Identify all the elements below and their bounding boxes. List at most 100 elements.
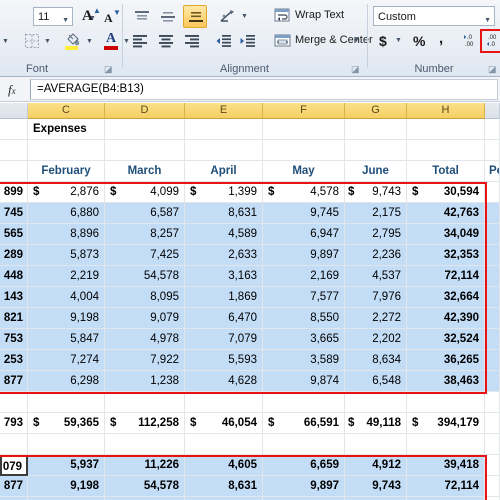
- percent-format-button[interactable]: %: [410, 31, 430, 51]
- orientation-button[interactable]: [217, 6, 239, 27]
- cell-blank[interactable]: [485, 287, 500, 308]
- cell-blank[interactable]: [485, 182, 500, 203]
- borders-button[interactable]: [22, 31, 42, 51]
- cell-month-header[interactable]: June: [345, 161, 407, 182]
- insert-function-icon[interactable]: fx: [8, 82, 16, 98]
- cell-blank[interactable]: [485, 224, 500, 245]
- number-format-dropdown[interactable]: Custom ▼: [373, 6, 495, 26]
- column-header-f[interactable]: F: [263, 103, 345, 119]
- cell-blank[interactable]: [28, 434, 105, 455]
- font-size-input[interactable]: 11 ▼: [33, 7, 73, 26]
- orientation-dropdown-arrow[interactable]: ▼: [239, 9, 251, 25]
- cell-grand-total[interactable]: $46,054: [185, 413, 263, 434]
- cell-blank[interactable]: [28, 140, 105, 161]
- cell-month-header[interactable]: March: [105, 161, 185, 182]
- shrink-font-button[interactable]: A ▼: [102, 7, 121, 27]
- cell-grand-total[interactable]: $66,591: [263, 413, 345, 434]
- cell-blank[interactable]: [0, 392, 28, 413]
- cell-blank[interactable]: [105, 119, 185, 140]
- cell-blank[interactable]: [263, 392, 345, 413]
- merge-and-center-button[interactable]: Merge & Center: [271, 30, 381, 52]
- column-header-e[interactable]: E: [185, 103, 263, 119]
- fill-color-button[interactable]: [62, 30, 84, 52]
- cell-blank[interactable]: [105, 140, 185, 161]
- cell-blank[interactable]: [0, 434, 28, 455]
- accounting-dropdown-arrow[interactable]: ▼: [393, 33, 405, 49]
- borders-dropdown-arrow[interactable]: ▼: [42, 32, 54, 50]
- number-dialog-launcher[interactable]: ◪: [488, 65, 497, 74]
- cell-blank[interactable]: [407, 434, 485, 455]
- cell-month-header[interactable]: April: [185, 161, 263, 182]
- cell-blank[interactable]: [263, 434, 345, 455]
- cell-blank[interactable]: [0, 161, 28, 182]
- font-style-more-button[interactable]: ▼: [0, 32, 12, 50]
- cell-blank[interactable]: [263, 119, 345, 140]
- cell-expenses-label[interactable]: Expenses: [28, 119, 105, 140]
- cell-blank[interactable]: [185, 140, 263, 161]
- increase-indent-button[interactable]: [237, 31, 259, 51]
- cell-grand-total[interactable]: $49,118: [345, 413, 407, 434]
- cell-blank[interactable]: [485, 119, 500, 140]
- cell-row-label[interactable]: 793: [0, 413, 28, 434]
- increase-decimal-button[interactable]: .0 .00: [460, 31, 480, 51]
- cell-month-header[interactable]: February: [28, 161, 105, 182]
- cell-blank[interactable]: [485, 413, 500, 434]
- cell-blank[interactable]: [485, 203, 500, 224]
- cell-blank[interactable]: [407, 140, 485, 161]
- cell-blank[interactable]: [28, 392, 105, 413]
- cell-blank[interactable]: [263, 140, 345, 161]
- column-header-partial[interactable]: [0, 103, 28, 119]
- cell-blank[interactable]: [345, 140, 407, 161]
- cell-blank[interactable]: [185, 434, 263, 455]
- cell-blank[interactable]: [0, 140, 28, 161]
- column-header-partial-right[interactable]: [485, 103, 500, 119]
- align-middle-button[interactable]: [157, 7, 179, 27]
- align-left-button[interactable]: [129, 31, 151, 51]
- column-header-g[interactable]: G: [345, 103, 407, 119]
- grow-font-button[interactable]: A ▲: [80, 6, 101, 26]
- align-right-button[interactable]: [181, 31, 203, 51]
- cell-grand-total[interactable]: $112,258: [105, 413, 185, 434]
- cell-blank[interactable]: [105, 392, 185, 413]
- cell-blank[interactable]: [185, 119, 263, 140]
- accounting-format-button[interactable]: $: [375, 31, 393, 51]
- cell-blank[interactable]: [407, 119, 485, 140]
- cell-blank[interactable]: [485, 350, 500, 371]
- font-dialog-launcher[interactable]: ◪: [104, 65, 113, 74]
- cell-blank[interactable]: [485, 266, 500, 287]
- align-center-button[interactable]: [155, 31, 177, 51]
- fill-color-dropdown-arrow[interactable]: ▼: [84, 32, 96, 50]
- cell-blank[interactable]: [345, 434, 407, 455]
- cell-grand-total[interactable]: $59,365: [28, 413, 105, 434]
- cell-blank[interactable]: [185, 392, 263, 413]
- align-top-button[interactable]: [131, 7, 153, 27]
- cell-month-header[interactable]: May: [263, 161, 345, 182]
- font-color-button[interactable]: A: [102, 30, 122, 52]
- cell-blank[interactable]: [485, 245, 500, 266]
- decrease-indent-button[interactable]: [213, 31, 235, 51]
- cell-month-header[interactable]: Total: [407, 161, 485, 182]
- column-header-d[interactable]: D: [105, 103, 185, 119]
- align-bottom-button[interactable]: [183, 5, 207, 28]
- cell-blank[interactable]: [485, 392, 500, 413]
- cell-grand-total[interactable]: $394,179: [407, 413, 485, 434]
- cell-blank[interactable]: [485, 329, 500, 350]
- alignment-dialog-launcher[interactable]: ◪: [351, 65, 360, 74]
- formula-input[interactable]: =AVERAGE(B4:B13): [30, 79, 498, 100]
- cell-blank[interactable]: [485, 140, 500, 161]
- cell-blank[interactable]: [485, 434, 500, 455]
- cell-month-header-percent[interactable]: Pe: [485, 161, 500, 182]
- cell-blank[interactable]: [345, 392, 407, 413]
- cell-blank[interactable]: [105, 434, 185, 455]
- column-header-h[interactable]: H: [407, 103, 485, 119]
- merge-and-center-dropdown-arrow[interactable]: ▼: [351, 33, 363, 49]
- comma-style-button[interactable]: ,: [434, 30, 452, 51]
- cell-blank[interactable]: [345, 119, 407, 140]
- column-header-c[interactable]: C: [28, 103, 105, 119]
- cell-blank[interactable]: [485, 455, 500, 476]
- cell-blank[interactable]: [407, 392, 485, 413]
- cell-blank[interactable]: [485, 476, 500, 497]
- wrap-text-button[interactable]: Wrap Text: [271, 5, 367, 27]
- cell-blank[interactable]: [0, 119, 28, 140]
- cell-blank[interactable]: [485, 371, 500, 392]
